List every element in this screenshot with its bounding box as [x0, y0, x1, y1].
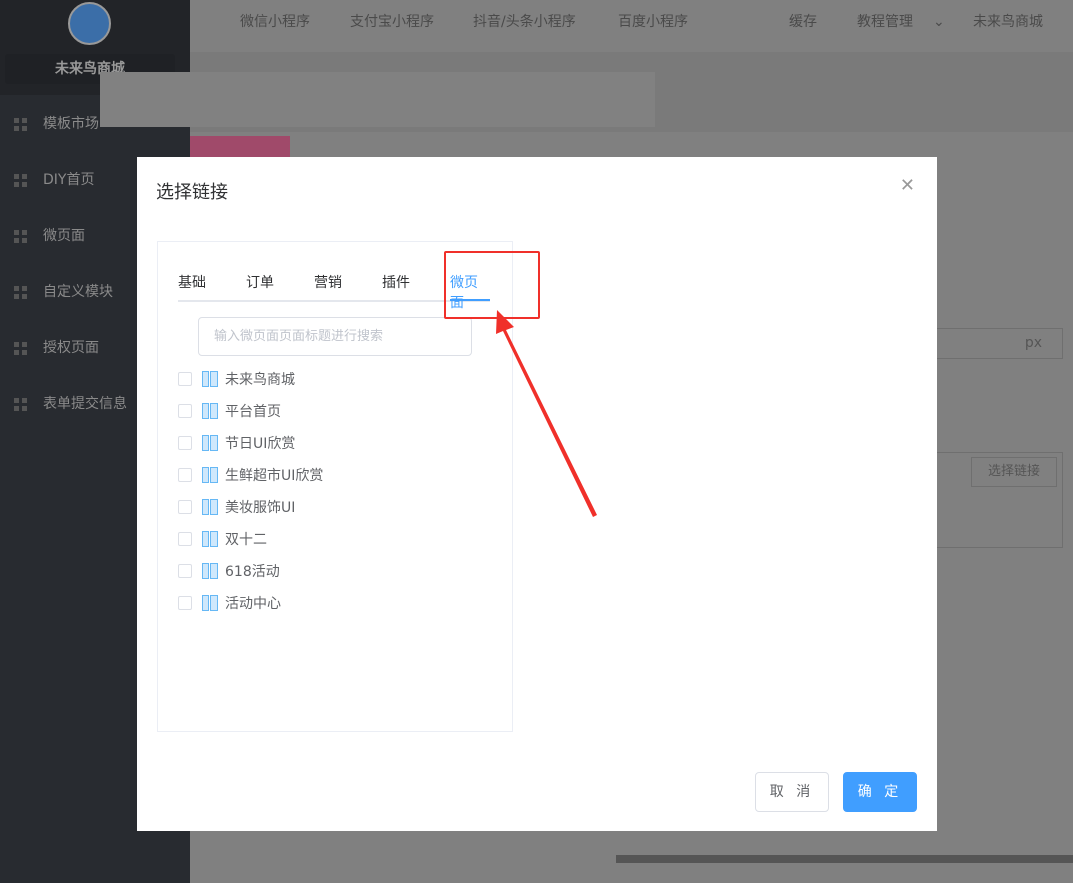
annotation-arrow-icon [496, 310, 597, 517]
